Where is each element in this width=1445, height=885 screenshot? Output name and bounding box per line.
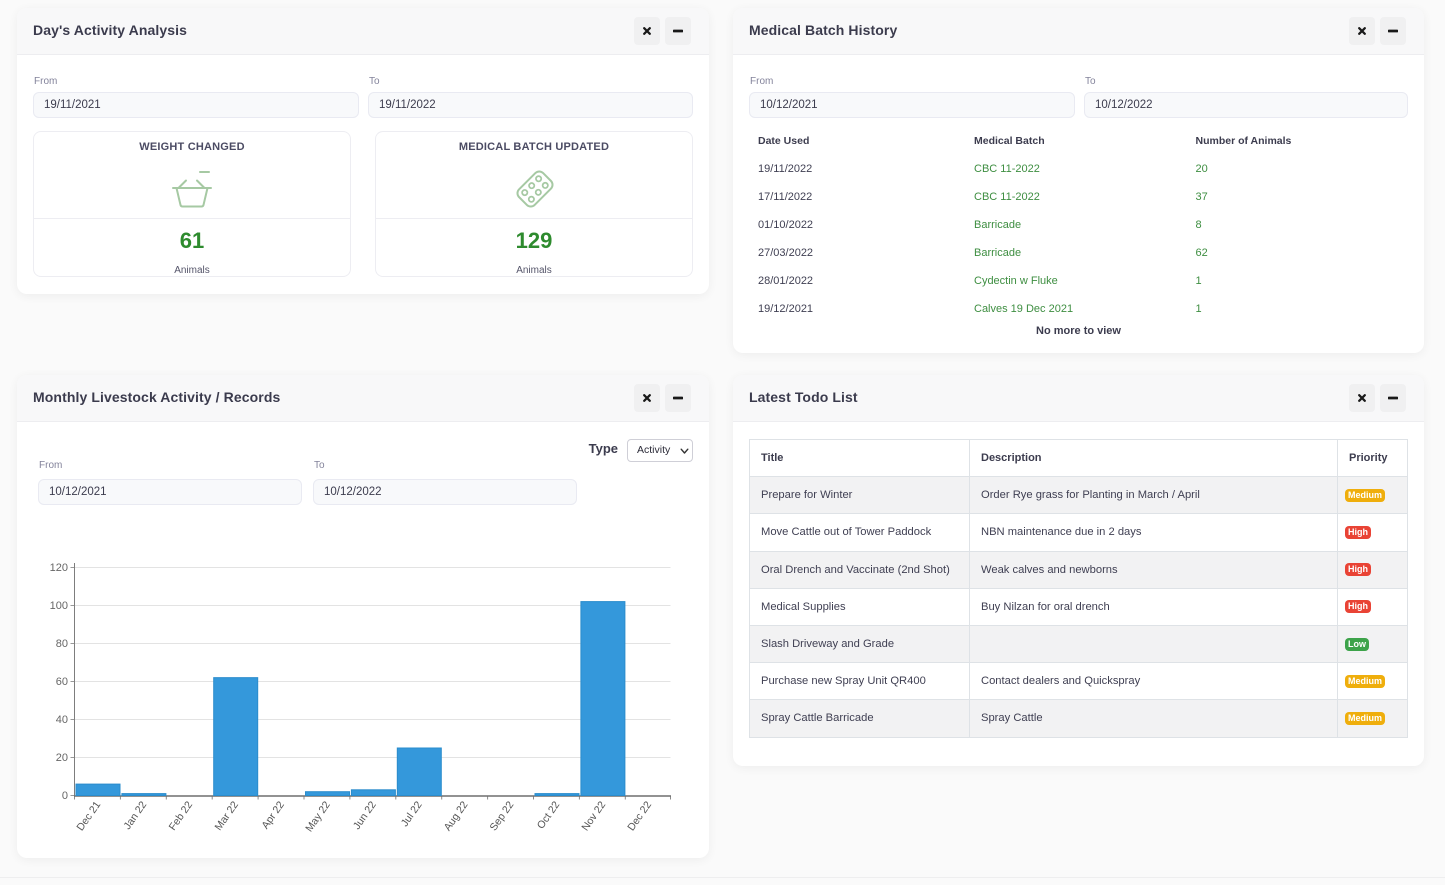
svg-text:Dec 22: Dec 22 — [625, 799, 654, 833]
svg-text:40: 40 — [56, 714, 68, 726]
svg-text:60: 60 — [56, 676, 68, 688]
svg-text:120: 120 — [50, 562, 68, 574]
svg-text:Feb 22: Feb 22 — [167, 799, 196, 833]
svg-text:Apr 22: Apr 22 — [259, 799, 287, 831]
svg-text:Jun 22: Jun 22 — [351, 799, 379, 832]
svg-text:May 22: May 22 — [303, 799, 333, 834]
svg-text:0: 0 — [62, 790, 68, 802]
svg-text:Jul 22: Jul 22 — [399, 799, 425, 829]
svg-text:Nov 22: Nov 22 — [579, 799, 608, 833]
svg-text:80: 80 — [56, 638, 68, 650]
svg-text:Aug 22: Aug 22 — [442, 799, 471, 833]
svg-text:Oct 22: Oct 22 — [535, 799, 563, 831]
svg-text:20: 20 — [56, 752, 68, 764]
svg-text:Sep 22: Sep 22 — [488, 799, 517, 833]
svg-text:Dec 21: Dec 21 — [74, 799, 103, 833]
svg-text:Jan 22: Jan 22 — [121, 799, 149, 832]
svg-text:Mar 22: Mar 22 — [212, 799, 241, 833]
svg-text:100: 100 — [50, 600, 68, 612]
